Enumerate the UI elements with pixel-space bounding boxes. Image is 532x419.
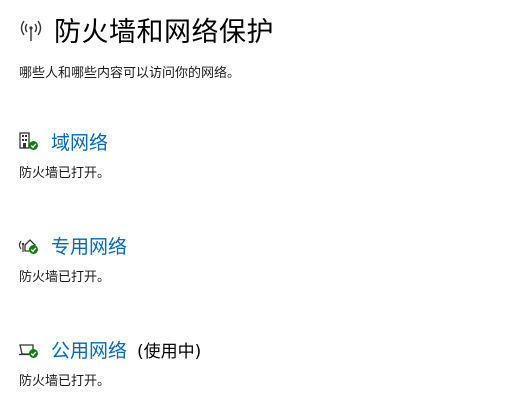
page-header: 防火墙和网络保护 <box>18 10 274 49</box>
page-subtitle: 哪些人和哪些内容可以访问你的网络。 <box>19 66 241 81</box>
public-network-link[interactable]: 公用网络 <box>51 336 127 363</box>
in-use-label: (使用中) <box>137 341 202 362</box>
public-network-status: 防火墙已打开。 <box>19 374 111 389</box>
network-section-public: 公用网络 (使用中) 防火墙已打开。 <box>18 336 201 389</box>
page-title: 防火墙和网络保护 <box>54 17 274 48</box>
domain-network-status: 防火墙已打开。 <box>19 166 111 181</box>
private-network-link[interactable]: 专用网络 <box>51 232 127 259</box>
private-network-icon <box>18 235 40 255</box>
wifi-antenna-icon <box>18 17 44 43</box>
private-network-status: 防火墙已打开。 <box>19 270 111 285</box>
domain-network-icon <box>18 131 40 151</box>
domain-network-link[interactable]: 域网络 <box>51 128 108 155</box>
network-section-domain: 域网络 防火墙已打开。 <box>18 128 111 182</box>
network-section-private: 专用网络 防火墙已打开。 <box>18 232 127 285</box>
public-network-icon <box>18 339 40 359</box>
